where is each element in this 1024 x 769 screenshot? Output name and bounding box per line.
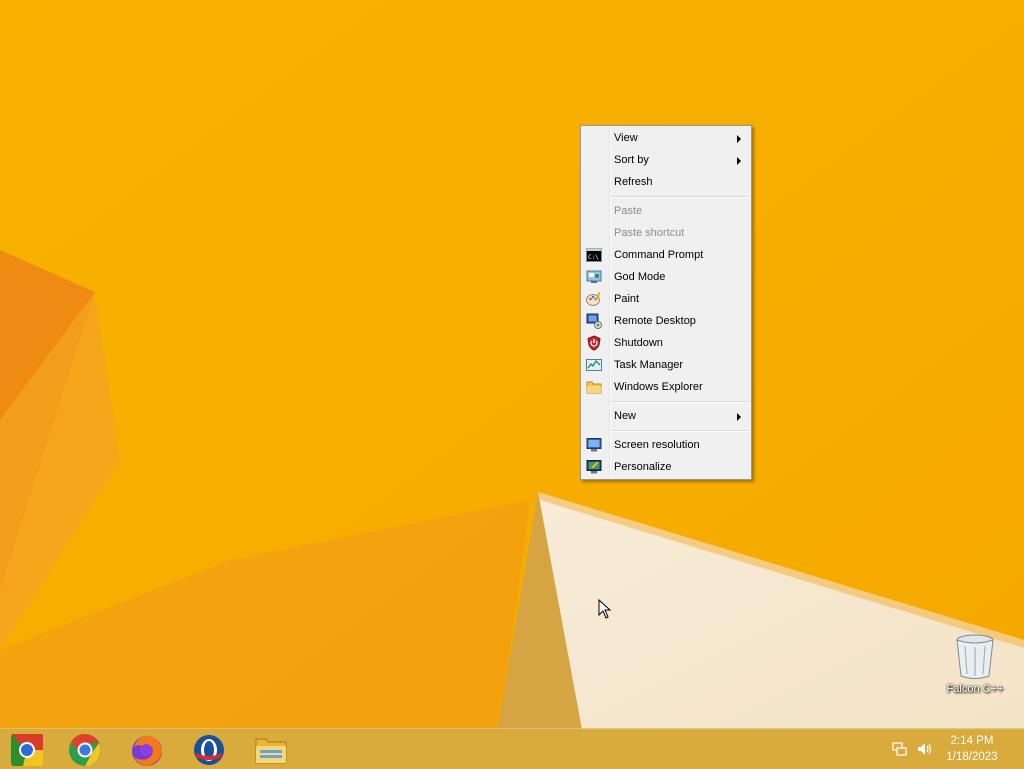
desktop[interactable]: Falcon C++ <box>0 0 1024 768</box>
file-explorer-icon <box>255 738 287 764</box>
recycle-bin-shortcut[interactable]: Falcon C++ <box>940 632 1010 702</box>
menu-separator <box>581 427 751 434</box>
menu-item-personalize[interactable]: Personalize <box>581 456 751 478</box>
menu-item-label: Task Manager <box>614 359 684 371</box>
task-manager-icon <box>586 359 602 371</box>
menu-item-label: God Mode <box>614 271 666 283</box>
taskbar: 2:14 PM 1/18/2023 <box>0 728 1024 769</box>
control-panel-icon <box>586 270 602 283</box>
paint-palette-icon <box>586 291 601 306</box>
menu-item-windows-explorer[interactable]: Windows Explorer <box>581 376 751 398</box>
menu-item-label: Screen resolution <box>614 439 700 451</box>
recycle-bin-label: Falcon C++ <box>946 683 1004 695</box>
menu-item-label: Sort by <box>614 154 649 166</box>
submenu-arrow-icon <box>737 157 741 165</box>
opera-icon <box>194 735 224 765</box>
chromium-icon <box>11 734 43 766</box>
taskbar-opera-button[interactable] <box>187 731 231 769</box>
desktop-context-menu: View Sort by Refresh Paste Paste shortcu… <box>580 125 752 480</box>
firefox-icon <box>132 735 162 766</box>
menu-item-paste-shortcut: Paste shortcut <box>581 222 751 244</box>
monitor-icon <box>586 438 602 452</box>
menu-item-task-manager[interactable]: Task Manager <box>581 354 751 376</box>
menu-item-command-prompt[interactable]: C:\ Command Prompt <box>581 244 751 266</box>
menu-item-paste: Paste <box>581 200 751 222</box>
taskbar-chrome-button[interactable] <box>63 731 107 769</box>
chrome-icon <box>69 733 101 766</box>
menu-item-label: Shutdown <box>614 337 663 349</box>
menu-item-label: View <box>614 132 638 144</box>
folder-icon <box>586 381 602 394</box>
menu-item-refresh[interactable]: Refresh <box>581 171 751 193</box>
menu-item-new[interactable]: New <box>581 405 751 427</box>
svg-text:C:\: C:\ <box>588 254 599 261</box>
network-icon[interactable] <box>892 741 908 757</box>
command-prompt-icon: C:\ <box>586 248 602 262</box>
menu-item-sort-by[interactable]: Sort by <box>581 149 751 171</box>
clock-time: 2:14 PM <box>950 735 994 747</box>
taskbar-chromium-button[interactable] <box>5 731 49 769</box>
personalize-icon <box>586 460 602 474</box>
menu-item-label: Remote Desktop <box>614 315 696 327</box>
menu-item-label: Command Prompt <box>614 249 704 261</box>
menu-item-remote-desktop[interactable]: Remote Desktop <box>581 310 751 332</box>
menu-separator <box>581 398 751 405</box>
mouse-cursor-icon <box>598 599 612 619</box>
menu-item-god-mode[interactable]: God Mode <box>581 266 751 288</box>
wallpaper <box>0 0 1024 768</box>
menu-item-label: Paint <box>614 293 640 305</box>
menu-item-label: Paste shortcut <box>614 227 685 239</box>
taskbar-file-explorer-button[interactable] <box>249 731 293 769</box>
remote-desktop-icon <box>586 313 602 329</box>
menu-item-paint[interactable]: Paint <box>581 288 751 310</box>
submenu-arrow-icon <box>737 135 741 143</box>
menu-item-label: Personalize <box>614 461 672 473</box>
taskbar-clock[interactable]: 2:14 PM 1/18/2023 <box>932 733 1012 765</box>
menu-item-screen-resolution[interactable]: Screen resolution <box>581 434 751 456</box>
menu-item-label: Refresh <box>614 176 653 188</box>
recycle-bin-icon <box>956 634 994 679</box>
menu-item-view[interactable]: View <box>581 127 751 149</box>
clock-date: 1/18/2023 <box>946 751 998 763</box>
submenu-arrow-icon <box>737 413 741 421</box>
shield-shutdown-icon <box>587 335 601 351</box>
menu-item-label: Paste <box>614 205 643 217</box>
menu-item-label: New <box>614 410 637 422</box>
taskbar-firefox-button[interactable] <box>125 731 169 769</box>
menu-item-shutdown[interactable]: Shutdown <box>581 332 751 354</box>
menu-item-label: Windows Explorer <box>614 381 703 393</box>
volume-icon[interactable] <box>916 741 932 757</box>
menu-separator <box>581 193 751 200</box>
